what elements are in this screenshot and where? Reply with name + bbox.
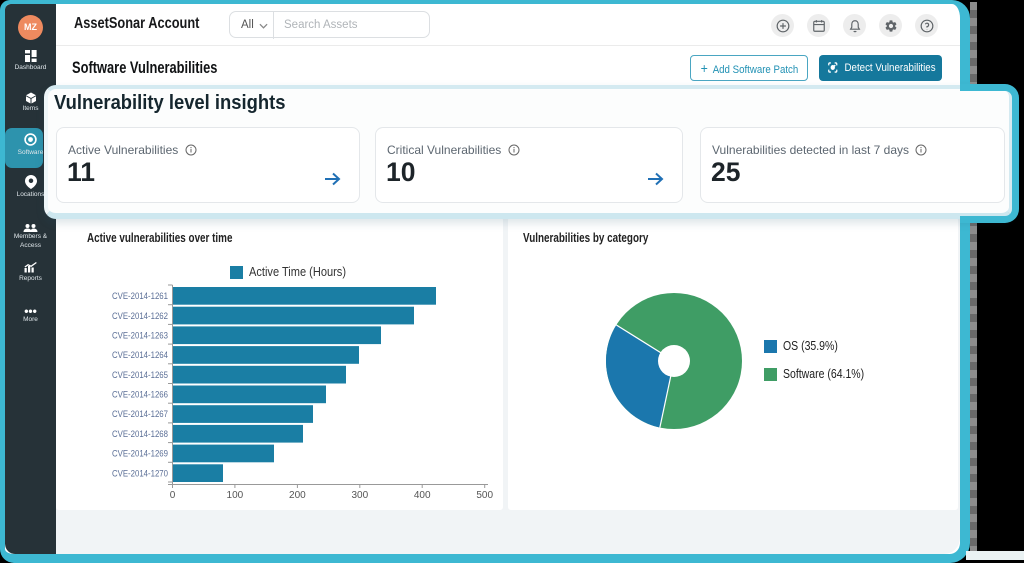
svg-text:CVE-2014-1261: CVE-2014-1261 xyxy=(112,291,168,301)
svg-text:400: 400 xyxy=(414,490,431,501)
svg-text:CVE-2014-1266: CVE-2014-1266 xyxy=(112,390,168,400)
svg-text:CVE-2014-1267: CVE-2014-1267 xyxy=(112,409,168,419)
svg-text:CVE-2014-1265: CVE-2014-1265 xyxy=(112,370,168,380)
svg-text:CVE-2014-1270: CVE-2014-1270 xyxy=(112,468,168,478)
svg-text:CVE-2014-1262: CVE-2014-1262 xyxy=(112,311,168,321)
svg-text:CVE-2014-1263: CVE-2014-1263 xyxy=(112,331,168,341)
svg-text:300: 300 xyxy=(351,490,368,501)
svg-text:100: 100 xyxy=(227,490,244,501)
svg-text:200: 200 xyxy=(289,490,306,501)
svg-text:CVE-2014-1268: CVE-2014-1268 xyxy=(112,429,168,439)
svg-text:CVE-2014-1269: CVE-2014-1269 xyxy=(112,449,168,459)
svg-text:500: 500 xyxy=(476,490,493,501)
svg-text:0: 0 xyxy=(170,490,176,501)
svg-text:CVE-2014-1264: CVE-2014-1264 xyxy=(112,350,168,360)
